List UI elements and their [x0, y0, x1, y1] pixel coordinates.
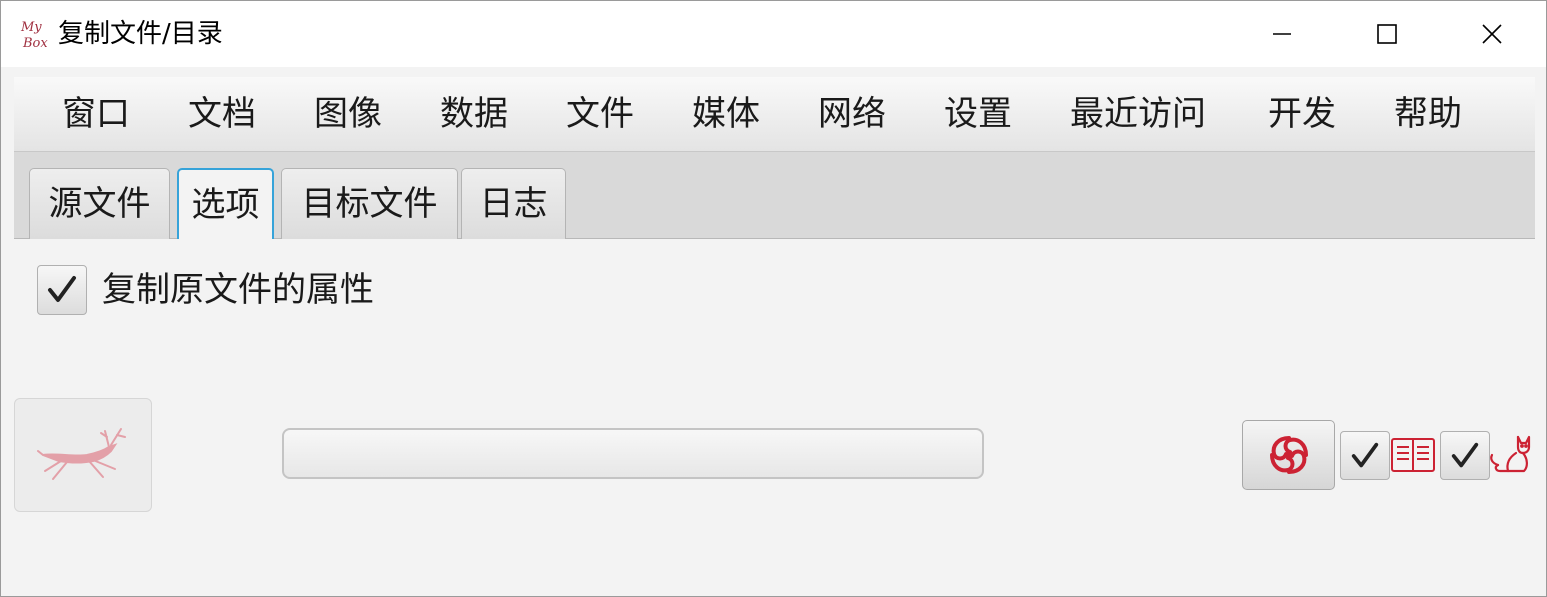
menu-development[interactable]: 开发 [1268, 77, 1336, 152]
menu-bar: 窗口 文档 图像 数据 文件 媒体 网络 设置 最近访问 开发 帮助 [14, 77, 1535, 152]
running-deer-icon [37, 428, 126, 480]
maximize-button[interactable] [1357, 9, 1417, 59]
title-bar: My Box 复制文件/目录 [1, 1, 1546, 67]
menu-data[interactable]: 数据 [440, 77, 508, 152]
copy-attributes-label: 复制原文件的属性 [102, 270, 374, 310]
menu-image[interactable]: 图像 [314, 77, 382, 152]
app-window: My Box 复制文件/目录 窗口 文档 图像 数据 文件 媒体 网络 设置 最… [0, 0, 1547, 597]
menu-recent[interactable]: 最近访问 [1070, 77, 1206, 152]
progress-bar [282, 428, 984, 479]
menu-window[interactable]: 窗口 [62, 77, 130, 152]
svg-text:My: My [20, 20, 42, 35]
minimize-button[interactable] [1252, 9, 1312, 59]
cat-icon [1490, 435, 1531, 473]
tab-log[interactable]: 日志 [461, 168, 566, 239]
window-title: 复制文件/目录 [58, 19, 223, 49]
menu-network[interactable]: 网络 [818, 77, 886, 152]
checkmark-icon [48, 276, 76, 302]
close-icon [1482, 24, 1502, 44]
tab-source-files[interactable]: 源文件 [29, 168, 170, 239]
toggle-docs-checkbox[interactable] [1340, 431, 1390, 480]
mybox-swirl-icon [1269, 436, 1308, 474]
copy-attributes-checkbox[interactable] [37, 265, 87, 315]
maximize-icon [1377, 24, 1397, 44]
mybox-logo-icon: My Box [20, 20, 48, 51]
mybox-tool-button[interactable] [1242, 420, 1335, 490]
close-button[interactable] [1462, 9, 1522, 59]
menu-file[interactable]: 文件 [566, 77, 634, 152]
tab-options[interactable]: 选项 [177, 168, 274, 239]
menu-media[interactable]: 媒体 [692, 77, 760, 152]
checkmark-icon [1351, 442, 1379, 467]
checkmark-icon [1451, 442, 1479, 467]
run-button[interactable] [14, 398, 152, 512]
tab-strip: 源文件 选项 目标文件 日志 [14, 152, 1535, 239]
menu-help[interactable]: 帮助 [1394, 77, 1462, 152]
tab-target-files[interactable]: 目标文件 [281, 168, 458, 239]
minimize-icon [1273, 33, 1291, 35]
toggle-pet-checkbox[interactable] [1440, 431, 1490, 480]
book-icon [1391, 438, 1435, 472]
svg-text:Box: Box [22, 36, 48, 51]
menu-settings[interactable]: 设置 [944, 77, 1012, 152]
menu-document[interactable]: 文档 [188, 77, 256, 152]
